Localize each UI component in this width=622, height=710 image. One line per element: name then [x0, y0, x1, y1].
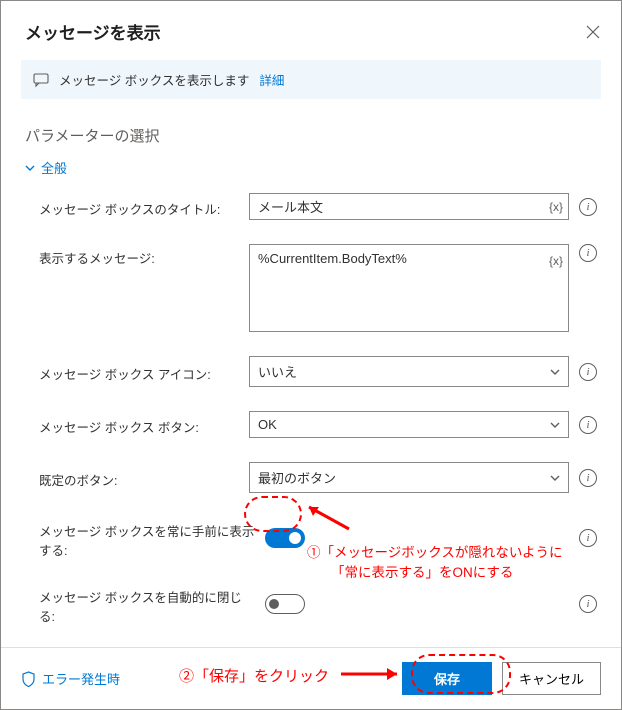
autoclose-toggle[interactable]: [265, 594, 305, 614]
info-bar: メッセージ ボックスを表示します 詳細: [21, 60, 601, 99]
chevron-down-icon: [550, 367, 560, 377]
default-button-select[interactable]: 最初のボタン: [249, 462, 569, 493]
field-buttons-label: メッセージ ボックス ボタン:: [39, 413, 239, 436]
dialog-body: パラメーターの選択 全般 メッセージ ボックスのタイトル: {x} i 表示する: [1, 109, 621, 647]
field-message-label: 表示するメッセージ:: [39, 244, 239, 267]
section-title: パラメーターの選択: [25, 125, 597, 146]
save-button[interactable]: 保存: [402, 662, 492, 695]
dialog-footer: エラー発生時 保存 キャンセル: [1, 647, 621, 709]
general-label: 全般: [41, 158, 67, 177]
field-message: 表示するメッセージ: {x} i: [39, 244, 597, 332]
close-icon: [586, 25, 600, 39]
shield-icon: [21, 671, 36, 687]
icon-select[interactable]: いいえ: [249, 356, 569, 387]
chevron-down-icon: [550, 473, 560, 483]
field-title-label: メッセージ ボックスのタイトル:: [39, 195, 239, 218]
info-icon[interactable]: i: [579, 529, 597, 547]
buttons-select[interactable]: OK: [249, 411, 569, 438]
field-buttons: メッセージ ボックス ボタン: OK i: [39, 411, 597, 438]
field-title: メッセージ ボックスのタイトル: {x} i: [39, 193, 597, 220]
title-input[interactable]: [249, 193, 569, 220]
info-icon[interactable]: i: [579, 416, 597, 434]
dialog-title: メッセージを表示: [25, 19, 585, 44]
info-icon[interactable]: i: [579, 469, 597, 487]
on-error-link[interactable]: エラー発生時: [21, 669, 120, 688]
info-icon[interactable]: i: [579, 363, 597, 381]
field-default-button-label: 既定のボタン:: [39, 466, 239, 489]
cancel-button[interactable]: キャンセル: [502, 662, 601, 695]
field-icon: メッセージ ボックス アイコン: いいえ i: [39, 356, 597, 387]
field-autoclose: メッセージ ボックスを自動的に閉じる: i: [39, 583, 597, 625]
field-topmost: メッセージ ボックスを常に手前に表示する: i: [39, 517, 597, 559]
info-text: メッセージ ボックスを表示します: [59, 70, 249, 89]
dialog-header: メッセージを表示: [1, 1, 621, 54]
field-icon-label: メッセージ ボックス アイコン:: [39, 360, 239, 383]
field-topmost-label: メッセージ ボックスを常に手前に表示する:: [39, 517, 255, 559]
info-icon[interactable]: i: [579, 198, 597, 216]
field-default-button: 既定のボタン: 最初のボタン i: [39, 462, 597, 493]
icon-select-value: いいえ: [258, 362, 297, 381]
buttons-select-value: OK: [258, 417, 277, 432]
on-error-label: エラー発生時: [42, 669, 120, 688]
general-section-header[interactable]: 全般: [25, 158, 597, 177]
message-icon: [33, 72, 49, 88]
chevron-down-icon: [25, 163, 35, 173]
dialog: メッセージを表示 メッセージ ボックスを表示します 詳細 パラメーターの選択 全…: [0, 0, 622, 710]
message-input[interactable]: [249, 244, 569, 332]
info-icon[interactable]: i: [579, 595, 597, 613]
close-button[interactable]: [585, 24, 601, 40]
info-link[interactable]: 詳細: [259, 70, 284, 89]
default-button-select-value: 最初のボタン: [258, 468, 336, 487]
topmost-toggle[interactable]: [265, 528, 305, 548]
field-autoclose-label: メッセージ ボックスを自動的に閉じる:: [39, 583, 255, 625]
chevron-down-icon: [550, 420, 560, 430]
info-icon[interactable]: i: [579, 244, 597, 262]
